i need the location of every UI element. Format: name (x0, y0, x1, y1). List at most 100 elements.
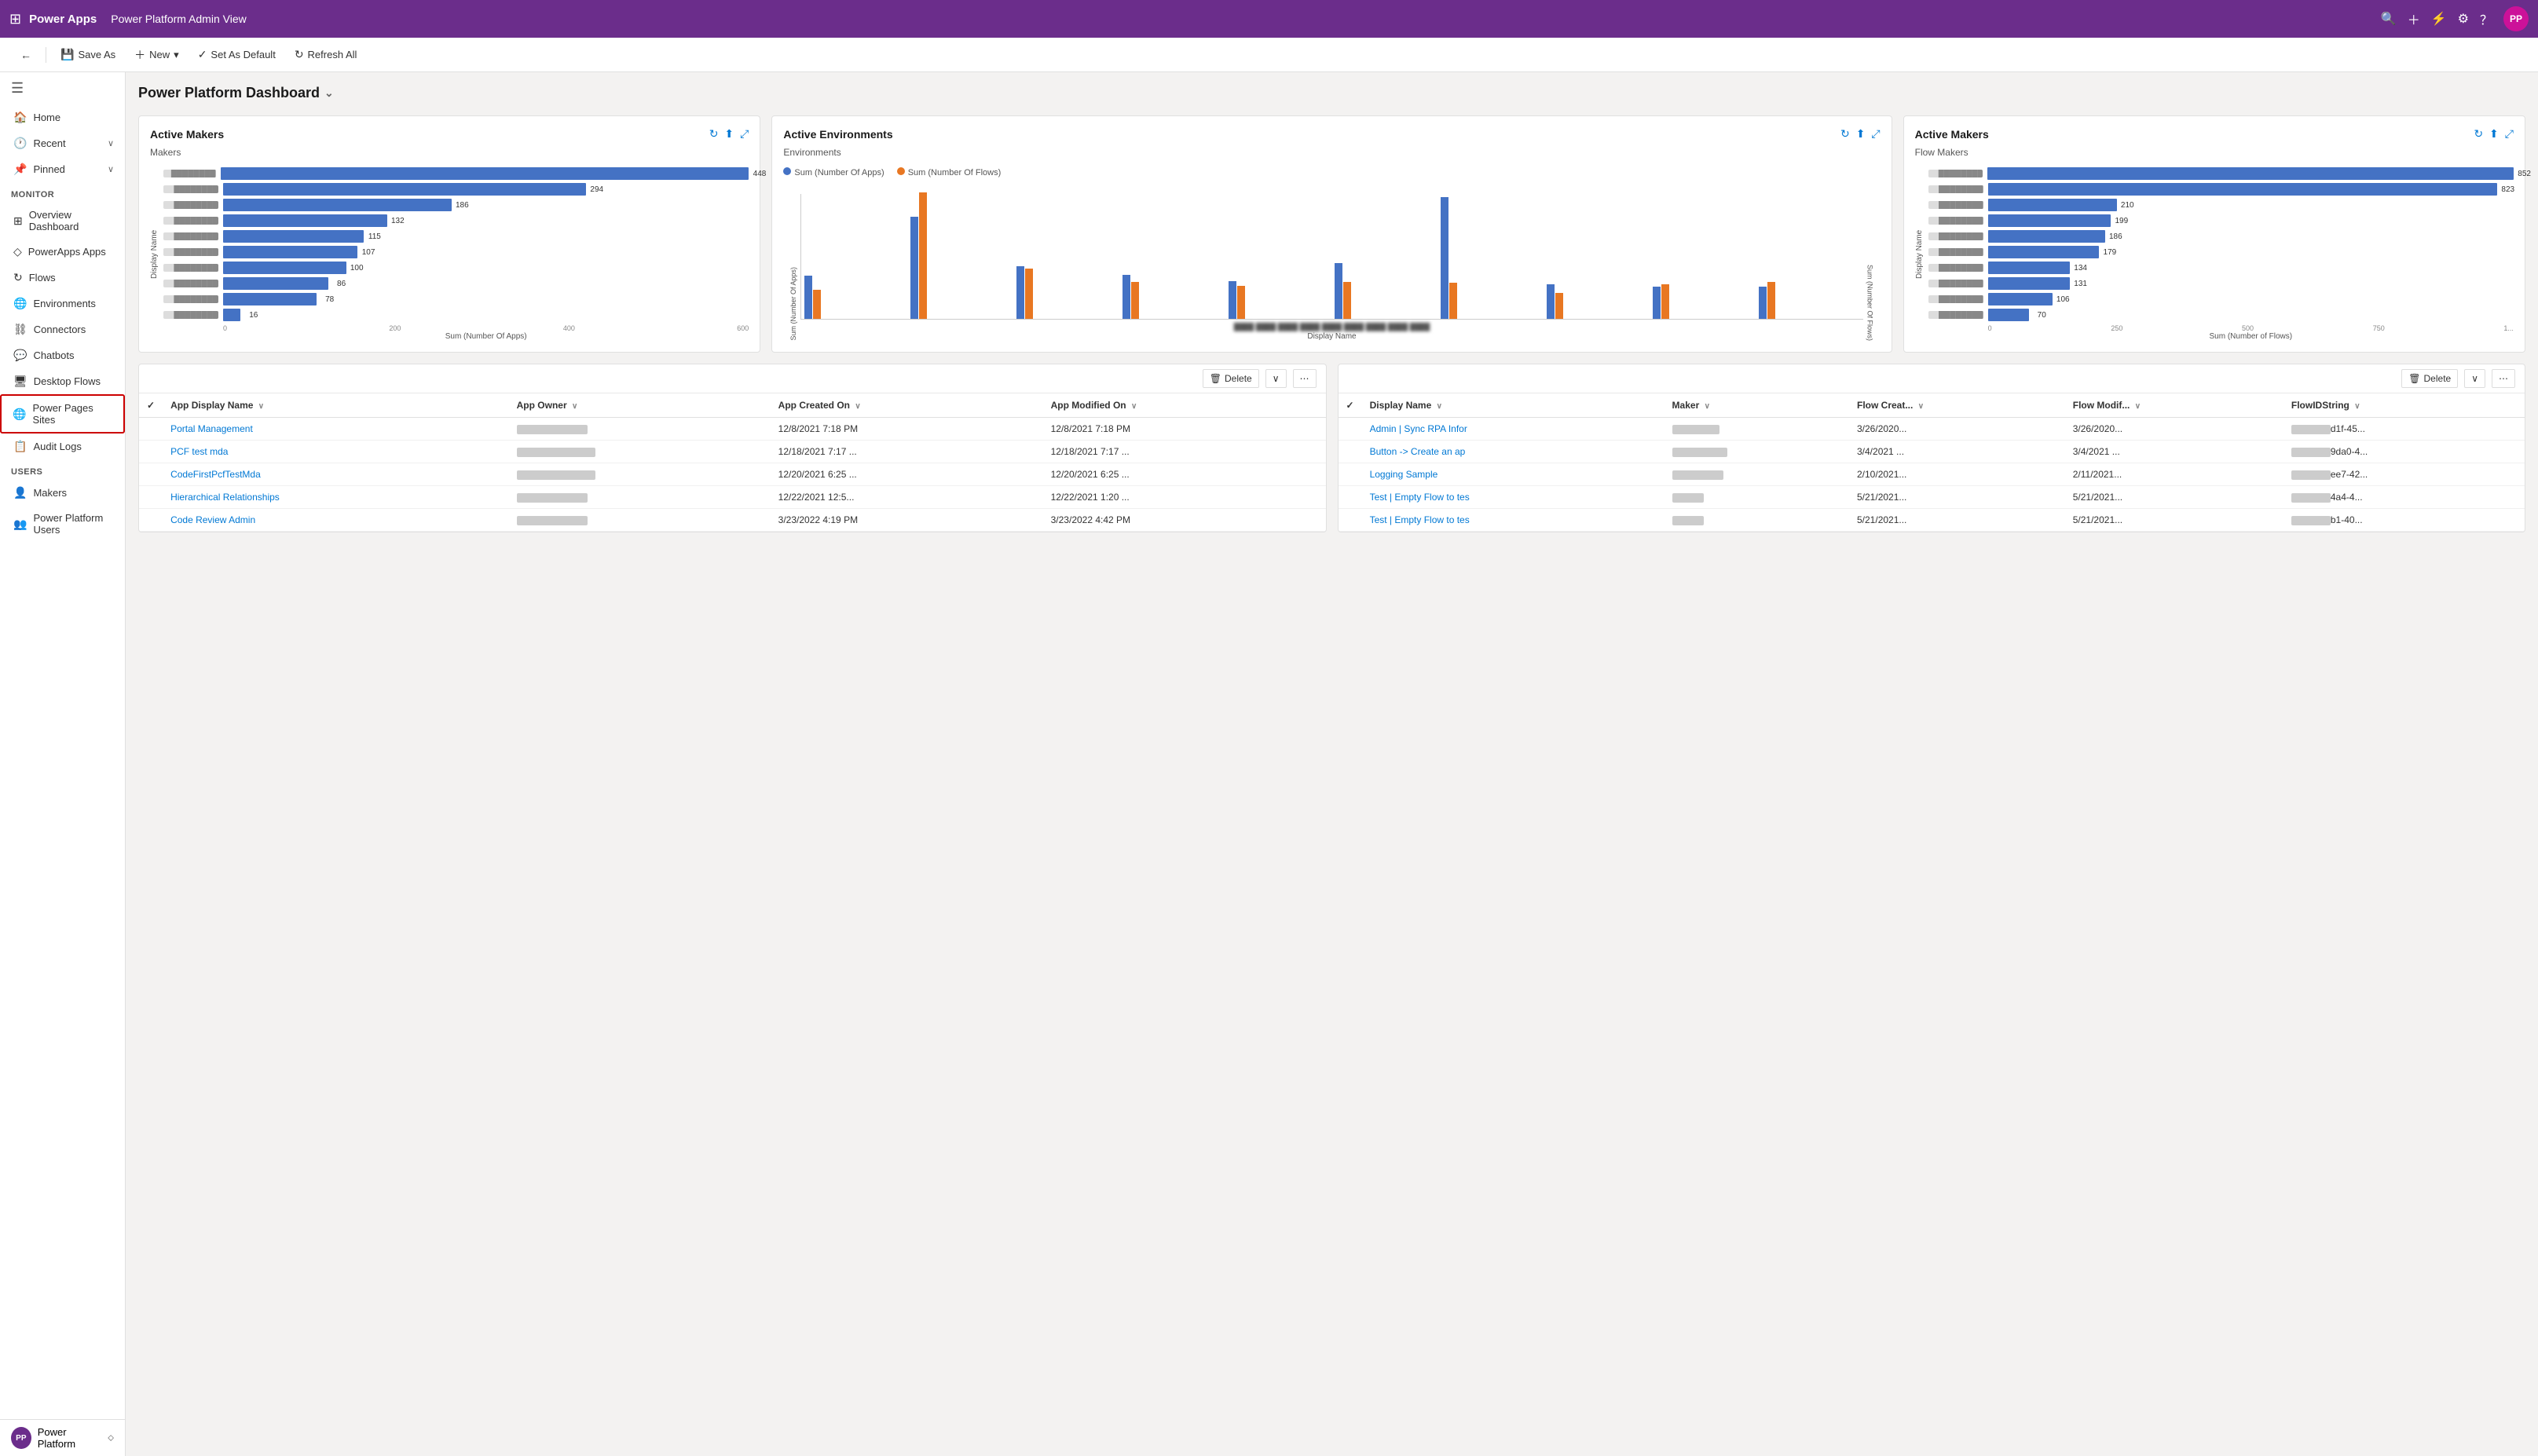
bar-row: ████████131 (1928, 277, 2514, 290)
flow-y-label: Display Name (1915, 167, 1924, 341)
sidebar-item-powerapps-apps[interactable]: ◇ PowerApps Apps (0, 239, 125, 265)
sidebar-label: Overview Dashboard (29, 209, 114, 232)
active-makers-x-label: Sum (Number Of Apps) (163, 332, 749, 341)
filter-icon[interactable]: ⚡ (2431, 11, 2447, 27)
sidebar-item-chatbots[interactable]: 💬 Chatbots (0, 342, 125, 368)
flow-name-cell[interactable]: Button -> Create an ap (1362, 441, 1665, 463)
export-chart-icon[interactable]: ⬆ (1856, 127, 1866, 141)
bar-row: ████████78 (163, 293, 749, 305)
flow-x-axis: 02505007501... (1928, 324, 2514, 332)
new-dropdown-icon[interactable]: ▾ (174, 49, 179, 61)
menu-toggle[interactable]: ☰ (0, 72, 125, 104)
active-makers-card: Active Makers ↻ ⬆ ⤢ Makers Display Name … (138, 115, 760, 353)
active-makers-icons: ↻ ⬆ ⤢ (709, 127, 749, 141)
apps-table: ✓ App Display Name ∨ App Owner ∨ App Cre… (139, 393, 1326, 532)
expand-chart-icon[interactable]: ⤢ (1871, 127, 1880, 141)
flows-icon: ↻ (13, 271, 23, 284)
flow-name-cell[interactable]: Logging Sample (1362, 463, 1665, 486)
bar-row: ████████823 (1928, 183, 2514, 196)
main-layout: ☰ 🏠 Home 🕐 Recent ∨ 📌 Pinned ∨ Monitor ⊞… (0, 72, 2538, 1456)
sidebar-item-pinned[interactable]: 📌 Pinned ∨ (0, 156, 125, 182)
flow-bars: ████████852 ████████823 ████████210 ████… (1928, 167, 2514, 341)
expand-chart-icon[interactable]: ⤢ (740, 127, 749, 141)
sidebar-label: Chatbots (33, 349, 74, 361)
flows-col-id[interactable]: FlowIDString ∨ (2283, 393, 2525, 418)
refresh-chart-icon[interactable]: ↻ (1840, 127, 1850, 141)
environments-icon: 🌐 (13, 297, 27, 310)
back-icon: ← (20, 49, 31, 61)
bar-group (1229, 281, 1330, 319)
flow-name-cell[interactable]: Admin | Sync RPA Infor (1362, 418, 1665, 441)
bar-row: ████████100 (163, 262, 749, 274)
apps-col-modified[interactable]: App Modified On ∨ (1043, 393, 1326, 418)
back-button[interactable]: ← (13, 45, 39, 65)
flow-name-cell[interactable]: Test | Empty Flow to tes (1362, 486, 1665, 509)
refresh-chart-icon[interactable]: ↻ (709, 127, 719, 141)
user-avatar[interactable]: PP (2503, 6, 2529, 31)
export-chart-icon[interactable]: ⬆ (2489, 127, 2499, 141)
flows-col-created[interactable]: Flow Creat... ∨ (1849, 393, 2065, 418)
users-section-label: Users (0, 459, 125, 480)
flow-name-cell[interactable]: Test | Empty Flow to tes (1362, 509, 1665, 532)
sidebar-item-makers[interactable]: 👤 Makers (0, 480, 125, 506)
save-as-button[interactable]: 💾 Save As (53, 44, 123, 65)
apps-check-header[interactable]: ✓ (139, 393, 163, 418)
sidebar-item-recent[interactable]: 🕐 Recent ∨ (0, 130, 125, 156)
flows-more-button[interactable]: ⋯ (2492, 369, 2515, 388)
power-pages-icon: 🌐 (13, 408, 26, 421)
sidebar-item-power-pages-sites[interactable]: 🌐 Power Pages Sites (0, 394, 125, 434)
refresh-chart-icon[interactable]: ↻ (2474, 127, 2483, 141)
export-chart-icon[interactable]: ⬆ (724, 127, 734, 141)
apps-delete-button[interactable]: 🗑 Delete (1203, 369, 1259, 388)
sidebar-avatar: PP (11, 1427, 31, 1449)
env-x-axis-label: Display Name (800, 332, 1862, 341)
apps-table-toolbar: 🗑 Delete ∨ ⋯ (139, 364, 1326, 393)
sidebar-item-overview-dashboard[interactable]: ⊞ Overview Dashboard (0, 203, 125, 239)
bar-group (1441, 197, 1542, 319)
sidebar-bottom[interactable]: PP Power Platform ⬦ (0, 1419, 125, 1456)
app-name-cell[interactable]: PCF test mda (163, 441, 509, 463)
sidebar-item-flows[interactable]: ↻ Flows (0, 265, 125, 291)
expand-chart-icon[interactable]: ⤢ (2505, 127, 2514, 141)
apps-dropdown-button[interactable]: ∨ (1265, 369, 1287, 388)
apps-col-created[interactable]: App Created On ∨ (771, 393, 1043, 418)
set-default-button[interactable]: ✓ Set As Default (190, 44, 284, 65)
flows-col-modified[interactable]: Flow Modif... ∨ (2065, 393, 2283, 418)
flow-maker-cell (1665, 463, 1849, 486)
flow-bar-chart: ████████852 ████████823 ████████210 ████… (1928, 167, 2514, 321)
flows-dropdown-button[interactable]: ∨ (2464, 369, 2485, 388)
flows-col-name[interactable]: Display Name ∨ (1362, 393, 1665, 418)
waffle-icon[interactable]: ⊞ (9, 11, 21, 27)
bar-group (910, 192, 1012, 319)
bar-row: ████████210 (1928, 199, 2514, 211)
add-icon[interactable]: ＋ (2408, 9, 2420, 28)
app-name-cell[interactable]: Portal Management (163, 418, 509, 441)
bar-row: ████████106 (1928, 293, 2514, 305)
flows-delete-button[interactable]: 🗑 Delete (2401, 369, 2458, 388)
sidebar-item-audit-logs[interactable]: 📋 Audit Logs (0, 434, 125, 459)
bar-row: ████████70 (1928, 309, 2514, 321)
sidebar-item-power-platform-users[interactable]: 👥 Power Platform Users (0, 506, 125, 542)
apps-col-owner[interactable]: App Owner ∨ (509, 393, 771, 418)
sidebar-item-environments[interactable]: 🌐 Environments (0, 291, 125, 316)
active-makers-flow-subtitle: Flow Makers (1915, 147, 2514, 158)
flows-col-maker[interactable]: Maker ∨ (1665, 393, 1849, 418)
help-icon[interactable]: ？ (2480, 9, 2492, 28)
sidebar-item-connectors[interactable]: ⛓ Connectors (0, 316, 125, 342)
sidebar-item-home[interactable]: 🏠 Home (0, 104, 125, 130)
app-name-cell[interactable]: CodeFirstPcfTestMda (163, 463, 509, 486)
sidebar-item-desktop-flows[interactable]: 🖥 Desktop Flows (0, 368, 125, 394)
app-name-cell[interactable]: Code Review Admin (163, 509, 509, 532)
settings-icon[interactable]: ⚙ (2458, 11, 2469, 27)
flows-check-header[interactable]: ✓ (1339, 393, 1362, 418)
search-icon[interactable]: 🔍 (2381, 11, 2397, 27)
new-button[interactable]: ＋ New ▾ (126, 43, 187, 67)
apps-col-name[interactable]: App Display Name ∨ (163, 393, 509, 418)
table-row: Admin | Sync RPA Infor 3/26/2020... 3/26… (1339, 418, 2525, 441)
apps-more-button[interactable]: ⋯ (1293, 369, 1317, 388)
dashboard-chevron[interactable]: ⌄ (324, 86, 334, 100)
sidebar-label: Power Pages Sites (32, 402, 112, 426)
app-name-cell[interactable]: Hierarchical Relationships (163, 486, 509, 509)
refresh-button[interactable]: ↻ Refresh All (287, 44, 365, 65)
flows-delete-label: Delete (2424, 373, 2452, 384)
